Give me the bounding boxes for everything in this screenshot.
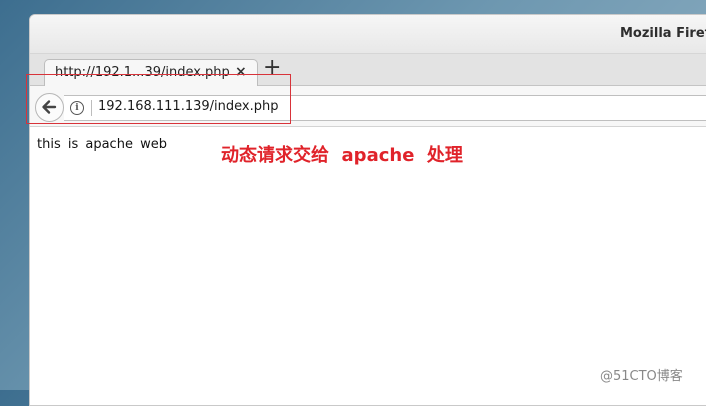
watermark: @51CTO博客 bbox=[600, 369, 683, 384]
annotation-label: 动态请求交给 apache 处理 bbox=[221, 145, 463, 166]
window-title: Mozilla Firefo bbox=[620, 26, 706, 41]
annotation-highlight-box bbox=[26, 74, 291, 124]
page-body-text: this is apache web bbox=[37, 137, 167, 152]
title-bar: Mozilla Firefo bbox=[30, 15, 706, 54]
browser-window: Mozilla Firefo http://192.1...39/index.p… bbox=[29, 14, 706, 406]
